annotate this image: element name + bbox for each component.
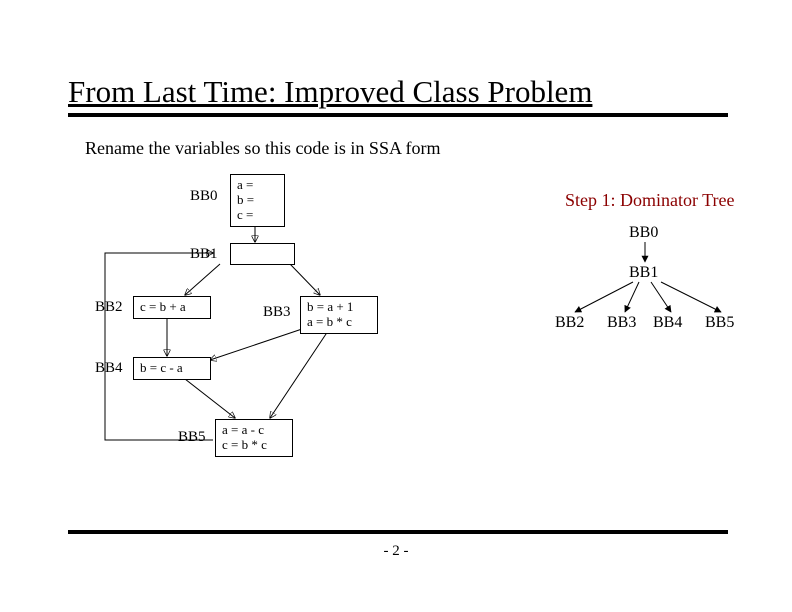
node-label-bb5: BB5 xyxy=(178,429,206,446)
divider-top xyxy=(68,113,728,117)
control-flow-graph: BB0 a = b = c = BB1 BB2 c = b + a BB3 b … xyxy=(95,170,425,500)
dtree-node-bb0: BB0 xyxy=(629,224,658,242)
bb4-stmt: b = c - a xyxy=(140,361,204,376)
bb0-stmt-3: c = xyxy=(237,208,278,223)
node-label-bb3: BB3 xyxy=(263,304,291,321)
bb0-stmt-1: a = xyxy=(237,178,278,193)
divider-bottom xyxy=(68,530,728,534)
dtree-node-bb4: BB4 xyxy=(653,314,682,332)
step-title: Step 1: Dominator Tree xyxy=(565,190,735,211)
bb3-stmt-1: b = a + 1 xyxy=(307,300,371,315)
node-label-bb4: BB4 xyxy=(95,360,123,377)
dtree-node-bb5: BB5 xyxy=(705,314,734,332)
dtree-node-bb1: BB1 xyxy=(629,264,658,282)
bb5-stmt-1: a = a - c xyxy=(222,423,286,438)
dtree-node-bb3: BB3 xyxy=(607,314,636,332)
bb0-stmt-2: b = xyxy=(237,193,278,208)
node-label-bb0: BB0 xyxy=(190,188,218,205)
dominator-tree: BB0 BB1 BB2 BB3 BB4 BB5 xyxy=(545,220,765,360)
page-number: - 2 - xyxy=(0,543,792,560)
bb5-stmt-2: c = b * c xyxy=(222,438,286,453)
node-label-bb2: BB2 xyxy=(95,299,123,316)
bb2-stmt: c = b + a xyxy=(140,300,204,315)
bb3-stmt-2: a = b * c xyxy=(307,315,371,330)
page-title: From Last Time: Improved Class Problem xyxy=(68,74,592,110)
dtree-node-bb2: BB2 xyxy=(555,314,584,332)
node-label-bb1: BB1 xyxy=(190,246,218,263)
instruction-text: Rename the variables so this code is in … xyxy=(85,138,440,159)
